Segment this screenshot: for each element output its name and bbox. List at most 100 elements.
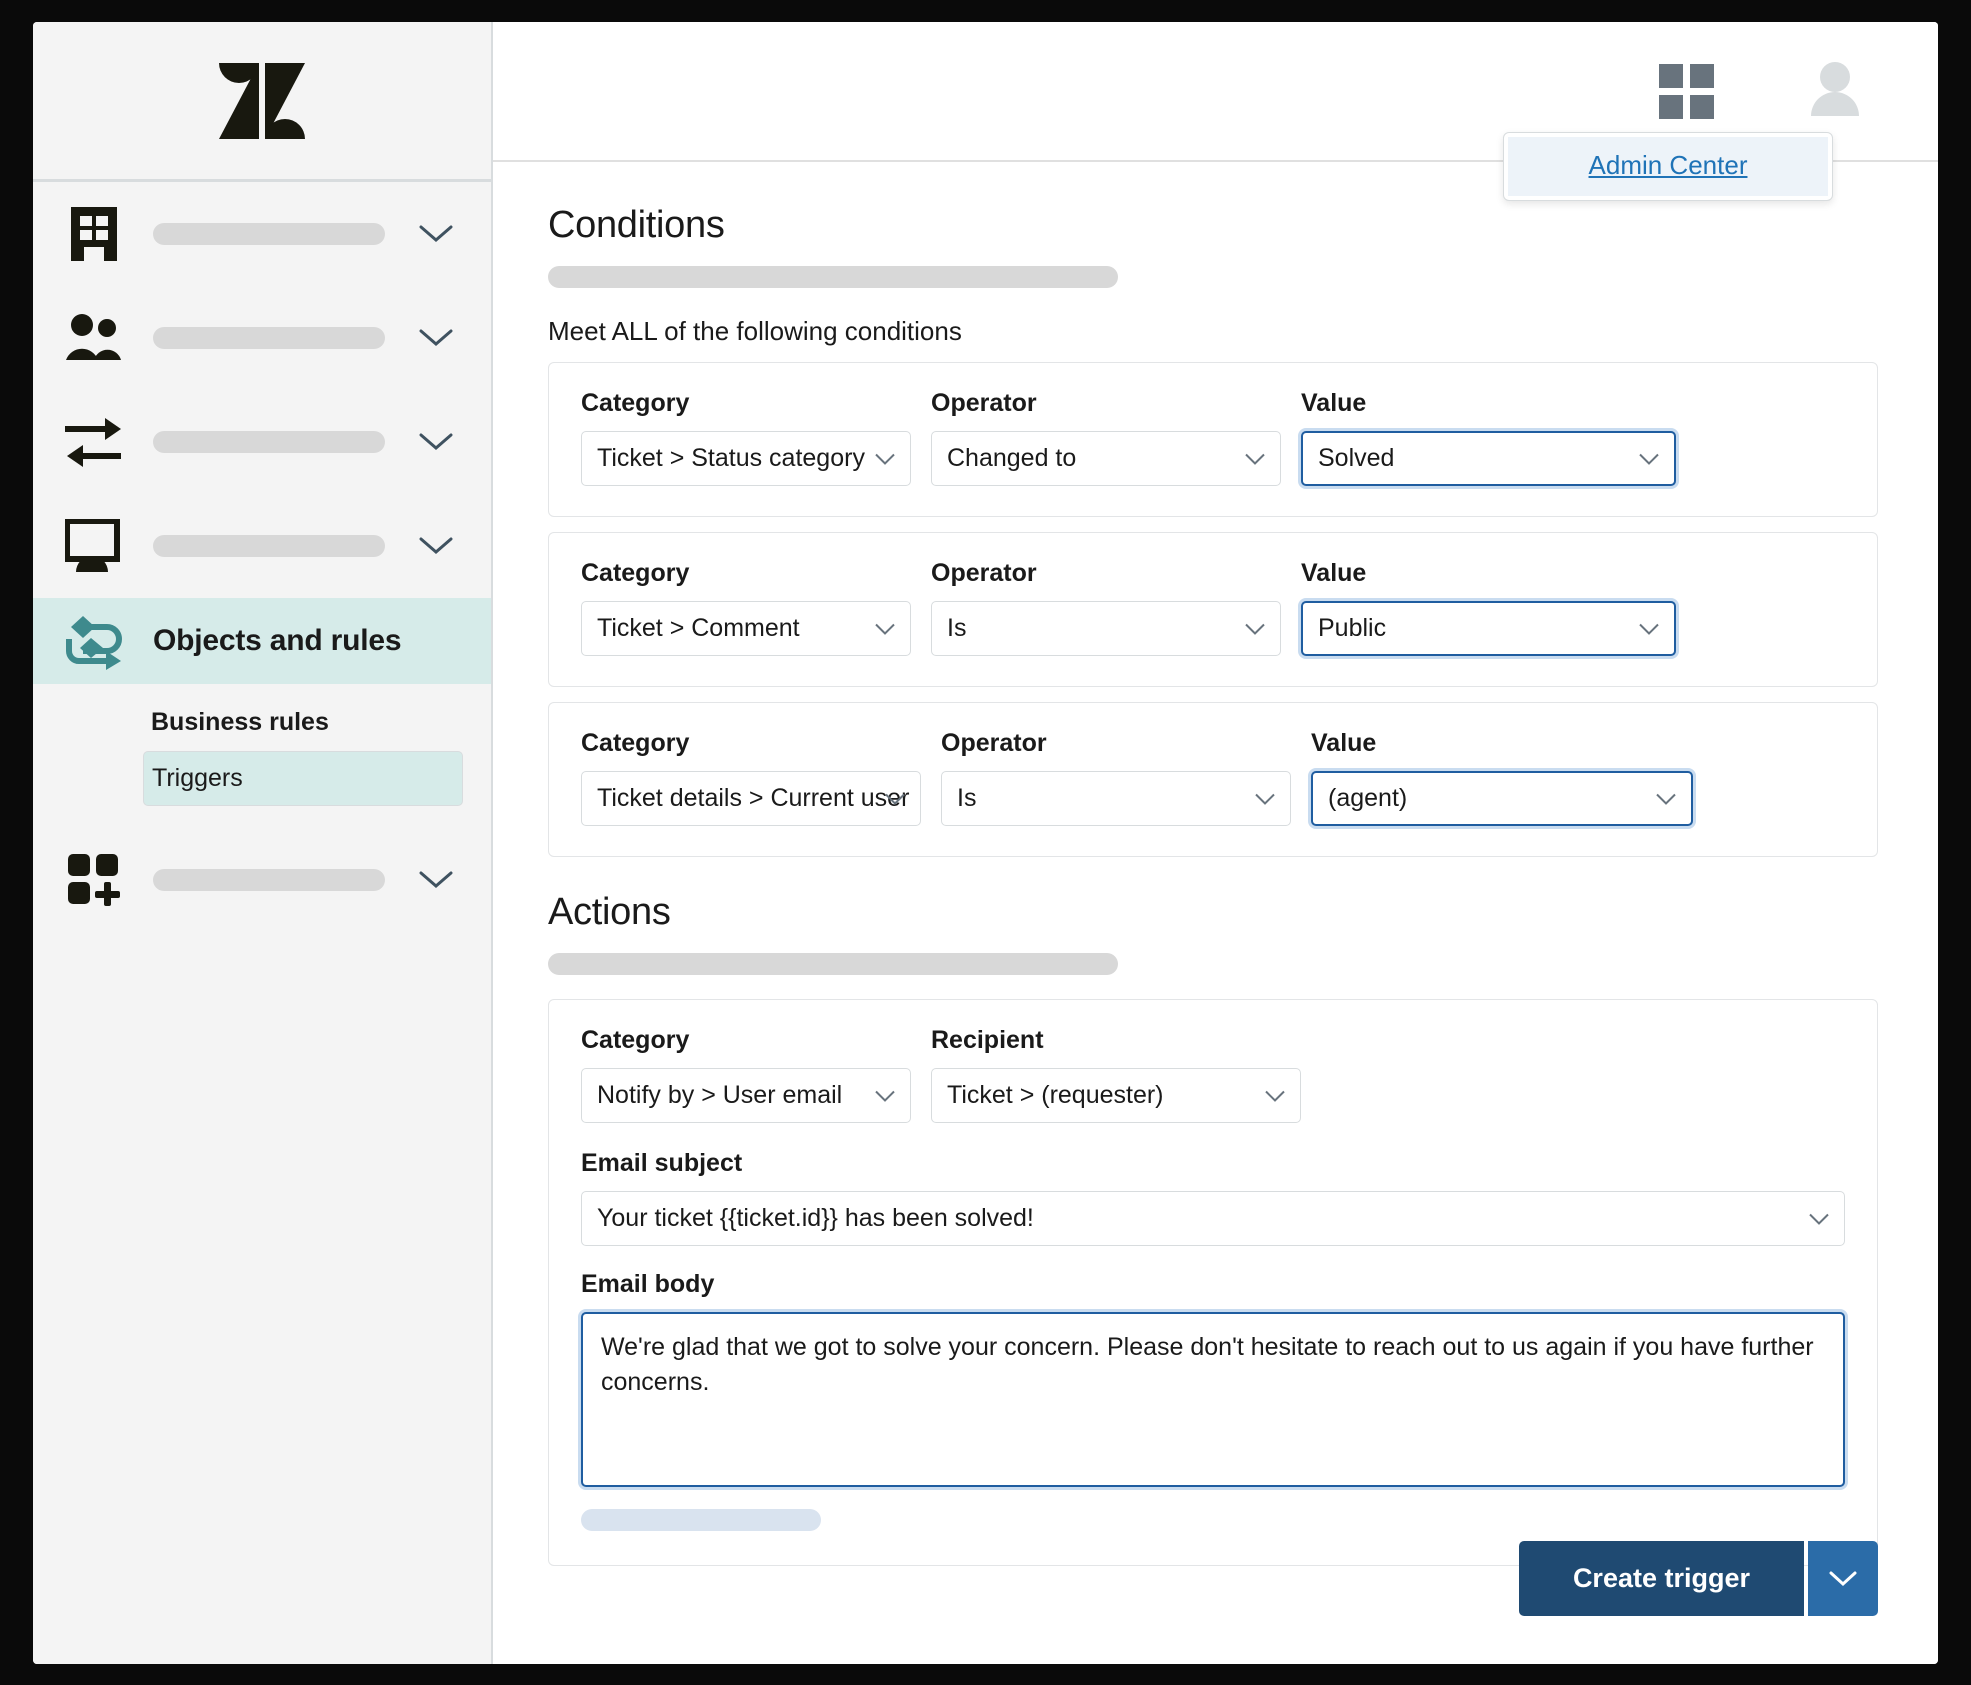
zendesk-logo[interactable] bbox=[33, 22, 491, 182]
condition-category-field: Category Ticket > Status category bbox=[581, 389, 911, 486]
monitor-icon bbox=[61, 519, 127, 573]
action-recipient-select[interactable]: Ticket > (requester) bbox=[931, 1068, 1301, 1123]
condition-category-value: Ticket > Status category bbox=[597, 444, 865, 472]
chevron-down-icon[interactable] bbox=[419, 536, 453, 556]
chevron-down-icon bbox=[874, 614, 896, 643]
sidebar: Objects and rules Business rules Trigger… bbox=[33, 22, 493, 1664]
condition-category-value: Ticket details > Current user bbox=[597, 784, 910, 812]
admin-center-link[interactable]: Admin Center bbox=[1589, 150, 1748, 180]
condition-value-select[interactable]: Public bbox=[1301, 601, 1676, 656]
chevron-down-icon bbox=[1808, 1204, 1830, 1233]
condition-operator-label: Operator bbox=[931, 559, 1037, 587]
sidebar-item-3[interactable] bbox=[33, 494, 491, 598]
chevron-down-icon[interactable] bbox=[419, 432, 453, 452]
conditions-subtitle: Meet ALL of the following conditions bbox=[548, 316, 962, 346]
action-recipient-field: Recipient Ticket > (requester) bbox=[931, 1026, 1301, 1123]
condition-value-select[interactable]: Solved bbox=[1301, 431, 1676, 486]
chevron-down-icon bbox=[1638, 444, 1660, 473]
user-avatar-icon[interactable] bbox=[1804, 60, 1866, 123]
transfer-arrows-icon bbox=[61, 415, 127, 469]
action-category-label: Category bbox=[581, 1026, 690, 1054]
chevron-down-icon[interactable] bbox=[419, 870, 453, 890]
chevron-down-icon bbox=[874, 444, 896, 473]
sidebar-item-objects-and-rules-label: Objects and rules bbox=[153, 624, 402, 657]
actions-description-placeholder bbox=[548, 953, 1118, 975]
condition-category-value: Ticket > Comment bbox=[597, 614, 800, 642]
email-body-field: Email body bbox=[581, 1270, 1845, 1487]
create-trigger-button[interactable]: Create trigger bbox=[1518, 1541, 1804, 1616]
chevron-down-icon bbox=[1254, 784, 1276, 813]
sidebar-item-1-label bbox=[153, 327, 385, 349]
sidebar-item-1[interactable] bbox=[33, 286, 491, 390]
condition-operator-field: Operator Is bbox=[941, 729, 1291, 826]
condition-category-select[interactable]: Ticket > Status category bbox=[581, 431, 911, 486]
condition-value-field: Value Solved bbox=[1301, 389, 1676, 486]
email-body-hint-placeholder bbox=[581, 1509, 821, 1531]
apps-plus-icon bbox=[61, 852, 127, 908]
condition-category-label: Category bbox=[581, 729, 690, 757]
people-icon bbox=[61, 313, 127, 363]
condition-category-label: Category bbox=[581, 389, 690, 417]
building-icon bbox=[61, 205, 127, 263]
action-category-field: Category Notify by > User email bbox=[581, 1026, 911, 1123]
zendesk-logo-icon bbox=[219, 62, 305, 139]
email-body-input[interactable] bbox=[581, 1312, 1845, 1487]
admin-center-menu-item[interactable]: Admin Center bbox=[1508, 137, 1828, 196]
conditions-description-placeholder bbox=[548, 266, 1118, 288]
footer-actions: Create trigger bbox=[1518, 1541, 1878, 1616]
action-recipient-label: Recipient bbox=[931, 1026, 1044, 1054]
condition-row: Category Ticket > Status category Operat… bbox=[548, 362, 1878, 517]
condition-operator-select[interactable]: Is bbox=[931, 601, 1281, 656]
sidebar-subnav: Business rules Triggers bbox=[33, 684, 491, 806]
condition-category-label: Category bbox=[581, 559, 690, 587]
condition-row: Category Ticket details > Current user O… bbox=[548, 702, 1878, 857]
condition-category-select[interactable]: Ticket details > Current user bbox=[581, 771, 921, 826]
condition-operator-select[interactable]: Changed to bbox=[931, 431, 1281, 486]
chevron-down-icon bbox=[884, 784, 906, 813]
condition-value-field: Value (agent) bbox=[1311, 729, 1693, 826]
chevron-down-icon bbox=[1638, 614, 1660, 643]
condition-category-select[interactable]: Ticket > Comment bbox=[581, 601, 911, 656]
sidebar-item-2[interactable] bbox=[33, 390, 491, 494]
sidebar-item-apps-label bbox=[153, 869, 385, 891]
objects-rules-icon bbox=[61, 612, 127, 670]
chevron-down-icon bbox=[1244, 614, 1266, 643]
condition-category-field: Category Ticket details > Current user bbox=[581, 729, 921, 826]
sidebar-item-3-label bbox=[153, 535, 385, 557]
sidebar-item-0[interactable] bbox=[33, 182, 491, 286]
condition-operator-label: Operator bbox=[941, 729, 1047, 757]
email-subject-label: Email subject bbox=[581, 1149, 743, 1177]
sidebar-item-objects-and-rules[interactable]: Objects and rules bbox=[33, 598, 491, 684]
conditions-heading: Conditions bbox=[548, 204, 725, 246]
condition-operator-value: Is bbox=[947, 614, 967, 642]
sidebar-item-apps[interactable] bbox=[33, 828, 491, 932]
condition-operator-value: Changed to bbox=[947, 444, 1077, 472]
chevron-down-icon bbox=[1244, 444, 1266, 473]
chevron-down-icon bbox=[874, 1081, 896, 1110]
chevron-down-icon bbox=[1655, 784, 1677, 813]
action-category-value: Notify by > User email bbox=[597, 1081, 843, 1109]
chevron-down-icon[interactable] bbox=[419, 328, 453, 348]
content-panel: Conditions Meet ALL of the following con… bbox=[493, 162, 1938, 1664]
condition-operator-select[interactable]: Is bbox=[941, 771, 1291, 826]
create-trigger-dropdown-button[interactable] bbox=[1808, 1541, 1878, 1616]
sidebar-item-0-label bbox=[153, 223, 385, 245]
screen-frame: Objects and rules Business rules Trigger… bbox=[0, 0, 1971, 1685]
subnav-item-triggers[interactable]: Triggers bbox=[143, 751, 463, 806]
email-body-label: Email body bbox=[581, 1270, 715, 1298]
condition-value-select[interactable]: (agent) bbox=[1311, 771, 1693, 826]
email-subject-select[interactable]: Your ticket {{ticket.id}} has been solve… bbox=[581, 1191, 1845, 1246]
grid-apps-icon[interactable] bbox=[1659, 63, 1714, 119]
condition-operator-field: Operator Is bbox=[931, 559, 1281, 656]
action-category-select[interactable]: Notify by > User email bbox=[581, 1068, 911, 1123]
app-window: Objects and rules Business rules Trigger… bbox=[33, 22, 1938, 1664]
condition-operator-field: Operator Changed to bbox=[931, 389, 1281, 486]
condition-operator-value: Is bbox=[957, 784, 977, 812]
condition-value-value: Public bbox=[1318, 614, 1387, 642]
actions-heading: Actions bbox=[548, 891, 671, 933]
condition-value-label: Value bbox=[1311, 729, 1377, 757]
condition-category-field: Category Ticket > Comment bbox=[581, 559, 911, 656]
chevron-down-icon[interactable] bbox=[419, 224, 453, 244]
sidebar-item-2-label bbox=[153, 431, 385, 453]
condition-row: Category Ticket > Comment Operator Is Va… bbox=[548, 532, 1878, 687]
